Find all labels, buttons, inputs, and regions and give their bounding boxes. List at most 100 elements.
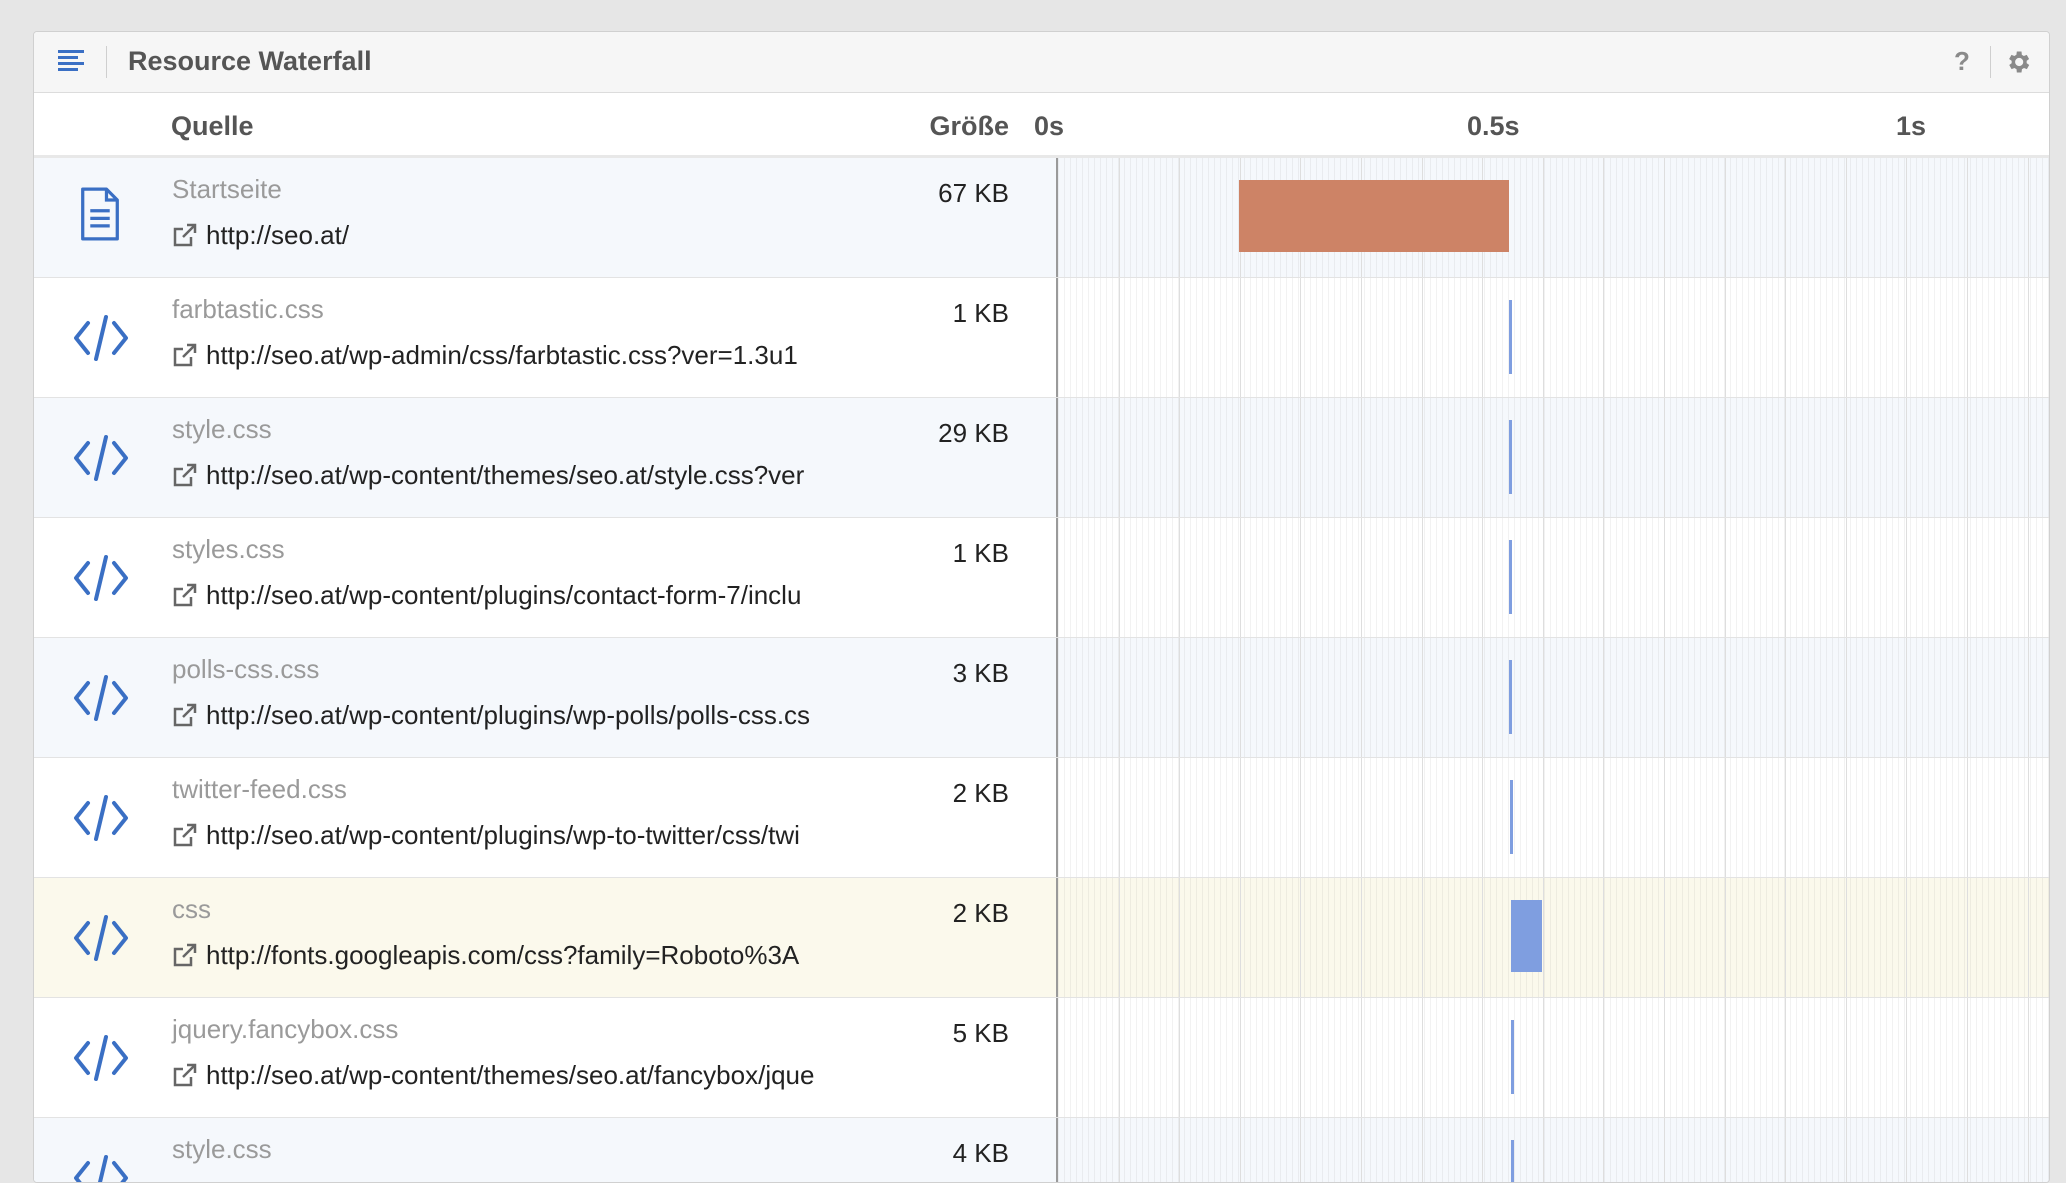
timeline-gridline bbox=[1603, 1118, 1605, 1182]
timeline-gridline bbox=[1239, 758, 1241, 877]
resource-url-link[interactable]: http://seo.at/wp-content/plugins/contact… bbox=[172, 580, 887, 614]
code-icon bbox=[72, 309, 130, 367]
timeline-gridline bbox=[1118, 878, 1120, 997]
code-icon bbox=[72, 1029, 130, 1087]
resource-row[interactable]: twitter-feed.css http://seo.at/wp-content… bbox=[34, 758, 2049, 878]
gear-icon[interactable] bbox=[2004, 48, 2032, 76]
resource-row[interactable]: style.css http://seo.at/wp-content/themes… bbox=[34, 398, 2049, 518]
resource-url-link[interactable]: http://fonts.googleapis.com/css?family=R… bbox=[172, 940, 887, 974]
timeline-track bbox=[1056, 398, 2049, 517]
resource-row[interactable]: styles.css http://seo.at/wp-content/plugi… bbox=[34, 518, 2049, 638]
timeline-gridline bbox=[1845, 278, 1847, 397]
timeline-gridline bbox=[1967, 398, 1968, 517]
timeline-gridline bbox=[1664, 1118, 1665, 1182]
timeline-gridline bbox=[1300, 878, 1302, 997]
timeline-gridline bbox=[1845, 638, 1847, 757]
timeline-gridline bbox=[1785, 878, 1787, 997]
timing-bar[interactable] bbox=[1509, 660, 1513, 734]
resource-size: 1 KB bbox=[952, 298, 1009, 328]
timeline-track bbox=[1056, 878, 2049, 997]
timeline-gridline bbox=[1239, 1118, 1241, 1182]
timeline-gridline bbox=[1118, 638, 1120, 757]
list-icon[interactable] bbox=[58, 50, 86, 74]
resource-list: Startseite http://seo.at/67 KB farbtastic.… bbox=[34, 158, 2049, 1182]
timeline-gridline bbox=[1724, 998, 1726, 1117]
resource-size: 4 KB bbox=[952, 1138, 1009, 1168]
timeline-gridline bbox=[1300, 998, 1302, 1117]
resource-url-link[interactable]: http://seo.at/wp-content/themes/seo.at/f… bbox=[172, 1060, 887, 1094]
timeline-gridline bbox=[1179, 638, 1181, 757]
resource-url-link[interactable]: http://seo.at/ bbox=[172, 220, 887, 254]
timeline-gridline bbox=[1906, 878, 1908, 997]
external-link-icon bbox=[173, 1063, 197, 1087]
external-link-icon bbox=[173, 943, 197, 967]
resource-size: 5 KB bbox=[952, 1018, 1009, 1048]
resource-row[interactable]: Startseite http://seo.at/67 KB bbox=[34, 158, 2049, 278]
title-divider-right bbox=[1990, 46, 1991, 78]
resource-url-link[interactable]: http://seo.at/wp-content/themes/seo.at/s… bbox=[172, 460, 887, 494]
document-icon bbox=[72, 187, 130, 247]
panel-titlebar: Resource Waterfall ? bbox=[34, 32, 2049, 93]
timeline-gridline bbox=[1724, 878, 1726, 997]
timeline-gridline bbox=[1482, 1118, 1484, 1182]
resource-name: css bbox=[172, 894, 211, 924]
timeline-gridline bbox=[1179, 398, 1181, 517]
timeline-gridline bbox=[1179, 158, 1181, 277]
timeline-gridline bbox=[1785, 398, 1787, 517]
timeline-gridline bbox=[2027, 158, 2029, 277]
resource-row[interactable]: polls-css.css http://seo.at/wp-content/pl… bbox=[34, 638, 2049, 758]
external-link-icon bbox=[173, 223, 197, 247]
timing-bar[interactable] bbox=[1510, 780, 1514, 854]
timeline-gridline bbox=[1664, 998, 1665, 1117]
column-header: Quelle Größe 0s 0.5s 1s bbox=[34, 93, 2049, 158]
timeline-gridline bbox=[1482, 398, 1484, 517]
timeline-gridline bbox=[1906, 278, 1908, 397]
timing-bar[interactable] bbox=[1509, 300, 1513, 374]
timeline-gridline bbox=[1603, 998, 1605, 1117]
timing-bar[interactable] bbox=[1509, 540, 1513, 614]
timeline-gridline bbox=[1603, 278, 1605, 397]
timing-bar[interactable] bbox=[1509, 420, 1513, 494]
timeline-tick: 0s bbox=[1034, 111, 1065, 141]
timeline-track bbox=[1056, 278, 2049, 397]
timeline-gridline bbox=[1361, 278, 1362, 397]
timeline-gridline bbox=[1664, 878, 1665, 997]
help-icon[interactable]: ? bbox=[1954, 46, 1970, 77]
resource-url-link[interactable]: http://seo.at/wp-content/plugins/wp-to-t… bbox=[172, 820, 887, 854]
timeline-gridline bbox=[1845, 398, 1847, 517]
column-source[interactable]: Quelle bbox=[171, 111, 254, 142]
timeline-gridline bbox=[1845, 518, 1847, 637]
timeline-gridline bbox=[1482, 878, 1484, 997]
timeline-gridline bbox=[1300, 398, 1302, 517]
resource-row[interactable]: farbtastic.css http://seo.at/wp-admin/css… bbox=[34, 278, 2049, 398]
timeline-gridline bbox=[1845, 878, 1847, 997]
resource-row[interactable]: jquery.fancybox.css http://seo.at/wp-cont… bbox=[34, 998, 2049, 1118]
timeline-gridline bbox=[1724, 1118, 1726, 1182]
resource-size: 29 KB bbox=[938, 418, 1009, 448]
timing-bar[interactable] bbox=[1511, 1020, 1515, 1094]
timeline-gridline bbox=[1239, 998, 1241, 1117]
timing-bar[interactable] bbox=[1511, 1140, 1515, 1182]
external-link-icon bbox=[173, 703, 197, 727]
timeline-gridline bbox=[1118, 998, 1120, 1117]
resource-row[interactable]: style.css 4 KB bbox=[34, 1118, 2049, 1182]
timeline-track bbox=[1056, 638, 2049, 757]
resource-url-link[interactable]: http://seo.at/wp-admin/css/farbtastic.cs… bbox=[172, 340, 887, 374]
column-size[interactable]: Größe bbox=[929, 111, 1009, 142]
resource-waterfall-panel: Resource Waterfall ? Quelle Größe 0s 0.5… bbox=[33, 31, 2050, 1183]
timing-bar[interactable] bbox=[1238, 180, 1510, 252]
timeline-gridline bbox=[1361, 998, 1362, 1117]
timeline-gridline bbox=[1785, 518, 1787, 637]
timeline-gridline bbox=[1179, 1118, 1181, 1182]
timeline-gridline bbox=[1239, 518, 1241, 637]
timeline-gridline bbox=[1542, 278, 1544, 397]
resource-row[interactable]: css http://fonts.googleapis.com/css?famil… bbox=[34, 878, 2049, 998]
timing-bar[interactable] bbox=[1511, 900, 1542, 972]
timeline-gridline bbox=[1300, 518, 1302, 637]
timeline-gridline bbox=[1967, 518, 1968, 637]
resource-url: http://seo.at/wp-content/plugins/wp-to-t… bbox=[206, 820, 800, 850]
resource-url-link[interactable]: http://seo.at/wp-content/plugins/wp-poll… bbox=[172, 700, 887, 734]
timeline-gridline bbox=[1906, 398, 1908, 517]
timeline-gridline bbox=[1239, 278, 1241, 397]
timeline-gridline bbox=[1300, 638, 1302, 757]
